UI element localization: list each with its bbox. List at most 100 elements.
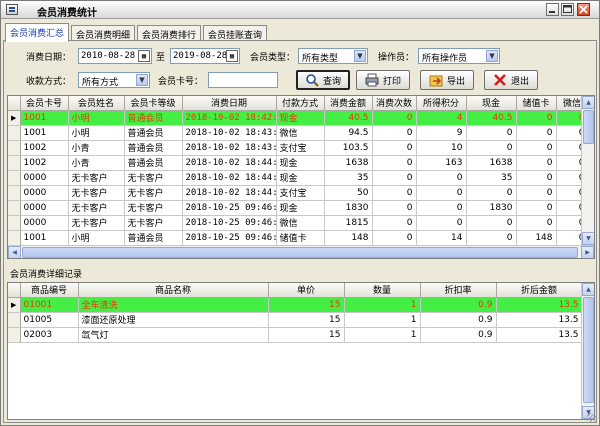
table-cell[interactable]: 13.5 (496, 312, 583, 328)
table-row[interactable]: 1001小明普通会员2018-10-25 09:46:55储值卡14801401… (8, 230, 589, 246)
table-cell[interactable]: 94.5 (324, 125, 373, 141)
table-cell[interactable]: 现金 (276, 170, 325, 186)
table-cell[interactable]: 0 (416, 215, 467, 231)
calendar-icon[interactable]: ▦ (138, 50, 150, 62)
col-header[interactable]: 现金 (466, 96, 517, 111)
table-cell[interactable]: 14 (416, 230, 467, 246)
col-header[interactable]: 储值卡 (516, 96, 557, 111)
col-header[interactable]: 折后金额 (496, 283, 583, 298)
table-row[interactable]: 1002小青普通会员2018-10-02 18:43:36支付宝103.5010… (8, 140, 589, 156)
table-cell[interactable]: 0.9 (420, 312, 497, 328)
table-cell[interactable]: 148 (324, 230, 373, 246)
table-cell[interactable]: 40.5 (466, 110, 517, 126)
table-cell[interactable]: 2018-10-25 09:46:55 (182, 230, 277, 246)
table-cell[interactable]: 02003 (20, 327, 79, 343)
table-cell[interactable]: 1638 (466, 155, 517, 171)
table-cell[interactable]: 漆面还原处理 (78, 312, 269, 328)
print-button[interactable]: 打印 (356, 70, 410, 90)
table-cell[interactable]: 163 (416, 155, 467, 171)
minimize-button[interactable] (546, 3, 559, 16)
table-cell[interactable]: 储值卡 (276, 230, 325, 246)
close-button[interactable] (577, 3, 590, 16)
col-header[interactable]: 折扣率 (420, 283, 497, 298)
scroll-right-icon[interactable]: ▶ (581, 246, 594, 258)
table-cell[interactable]: 13.5 (496, 297, 583, 313)
table-cell[interactable]: 无卡客户 (124, 185, 183, 201)
scroll-up-icon[interactable]: ▲ (582, 96, 594, 109)
table-cell[interactable]: 普通会员 (124, 125, 183, 141)
table-cell[interactable]: 0 (416, 185, 467, 201)
col-header[interactable]: 会员姓名 (68, 96, 125, 111)
table-cell[interactable]: 0000 (20, 200, 69, 216)
table-cell[interactable]: 全车清洗 (78, 297, 269, 313)
date-to-field[interactable]: 2019-08-28 ▦ (170, 48, 240, 64)
col-header[interactable]: 付款方式 (276, 96, 325, 111)
calendar-icon[interactable]: ▦ (226, 50, 238, 62)
tab-detail[interactable]: 会员消费明细 (71, 25, 136, 41)
col-header[interactable]: 所得积分 (416, 96, 467, 111)
table-cell[interactable]: 0 (372, 155, 417, 171)
table-cell[interactable]: 10 (416, 140, 467, 156)
scroll-thumb[interactable] (22, 247, 578, 258)
table-cell[interactable]: 1002 (20, 155, 69, 171)
table-cell[interactable]: 0 (516, 155, 557, 171)
maximize-button[interactable] (561, 3, 574, 16)
table-cell[interactable]: 0 (516, 125, 557, 141)
table-cell[interactable]: 2018-10-02 18:44:14 (182, 155, 277, 171)
member-type-select[interactable]: 所有类型 ▼ (298, 48, 368, 64)
table-cell[interactable]: 0 (466, 185, 517, 201)
col-header[interactable]: 消费金额 (324, 96, 373, 111)
dropdown-arrow-icon[interactable]: ▼ (486, 50, 498, 62)
resize-grip-icon[interactable] (587, 413, 597, 423)
row-indicator[interactable] (8, 170, 21, 186)
col-header[interactable]: 消费次数 (372, 96, 417, 111)
table-row[interactable]: ▶ 01001 全车清洗 15 1 0.9 13.5 (8, 297, 583, 313)
exit-button[interactable]: 退出 (484, 70, 538, 90)
col-header[interactable]: 单价 (268, 283, 345, 298)
row-indicator[interactable] (8, 200, 21, 216)
table-cell[interactable]: 0 (466, 215, 517, 231)
table-cell[interactable]: 无卡客户 (68, 185, 125, 201)
table-cell[interactable]: 15 (268, 297, 345, 313)
query-button[interactable]: 查询 (296, 70, 350, 90)
table-cell[interactable]: 支付宝 (276, 140, 325, 156)
date-from-field[interactable]: 2010-08-28 ▦ (78, 48, 152, 64)
tab-summary[interactable]: 会员消费汇总 (5, 23, 70, 42)
table-cell[interactable]: 无卡客户 (124, 170, 183, 186)
operator-select[interactable]: 所有操作员 ▼ (418, 48, 500, 64)
table-cell[interactable]: 小青 (68, 140, 125, 156)
table-cell[interactable]: 1815 (324, 215, 373, 231)
table-cell[interactable]: 103.5 (324, 140, 373, 156)
table-cell[interactable]: 无卡客户 (124, 215, 183, 231)
row-indicator[interactable] (8, 125, 21, 141)
table-cell[interactable]: 35 (466, 170, 517, 186)
table-cell[interactable]: 现金 (276, 200, 325, 216)
row-indicator[interactable] (8, 230, 21, 246)
dropdown-arrow-icon[interactable]: ▼ (354, 50, 366, 62)
scroll-down-icon[interactable]: ▼ (582, 232, 594, 245)
export-button[interactable]: 导出 (420, 70, 474, 90)
table-cell[interactable]: 0 (516, 110, 557, 126)
table-cell[interactable]: 2018-10-02 18:43:36 (182, 140, 277, 156)
table-cell[interactable]: 0 (372, 200, 417, 216)
table-cell[interactable]: 2018-10-25 09:46:17 (182, 200, 277, 216)
table-cell[interactable]: 40.5 (324, 110, 373, 126)
table-cell[interactable]: 0 (516, 170, 557, 186)
table-cell[interactable]: 0 (372, 125, 417, 141)
table-cell[interactable]: 0 (372, 215, 417, 231)
table-cell[interactable]: 无卡客户 (68, 170, 125, 186)
col-header[interactable]: 会员卡等级 (124, 96, 183, 111)
table-cell[interactable]: 0 (516, 215, 557, 231)
table-cell[interactable]: 1001 (20, 125, 69, 141)
table-cell[interactable]: 0000 (20, 170, 69, 186)
table-cell[interactable]: 01001 (20, 297, 79, 313)
table-cell[interactable]: 1002 (20, 140, 69, 156)
table-cell[interactable]: 支付宝 (276, 185, 325, 201)
table-cell[interactable]: 2018-10-02 18:44:35 (182, 170, 277, 186)
table-cell[interactable]: 0 (466, 140, 517, 156)
table-cell[interactable]: 13.5 (496, 327, 583, 343)
table-cell[interactable]: 1001 (20, 110, 69, 126)
table-cell[interactable]: 01005 (20, 312, 79, 328)
table-cell[interactable]: 1001 (20, 230, 69, 246)
table-cell[interactable]: 0 (372, 140, 417, 156)
